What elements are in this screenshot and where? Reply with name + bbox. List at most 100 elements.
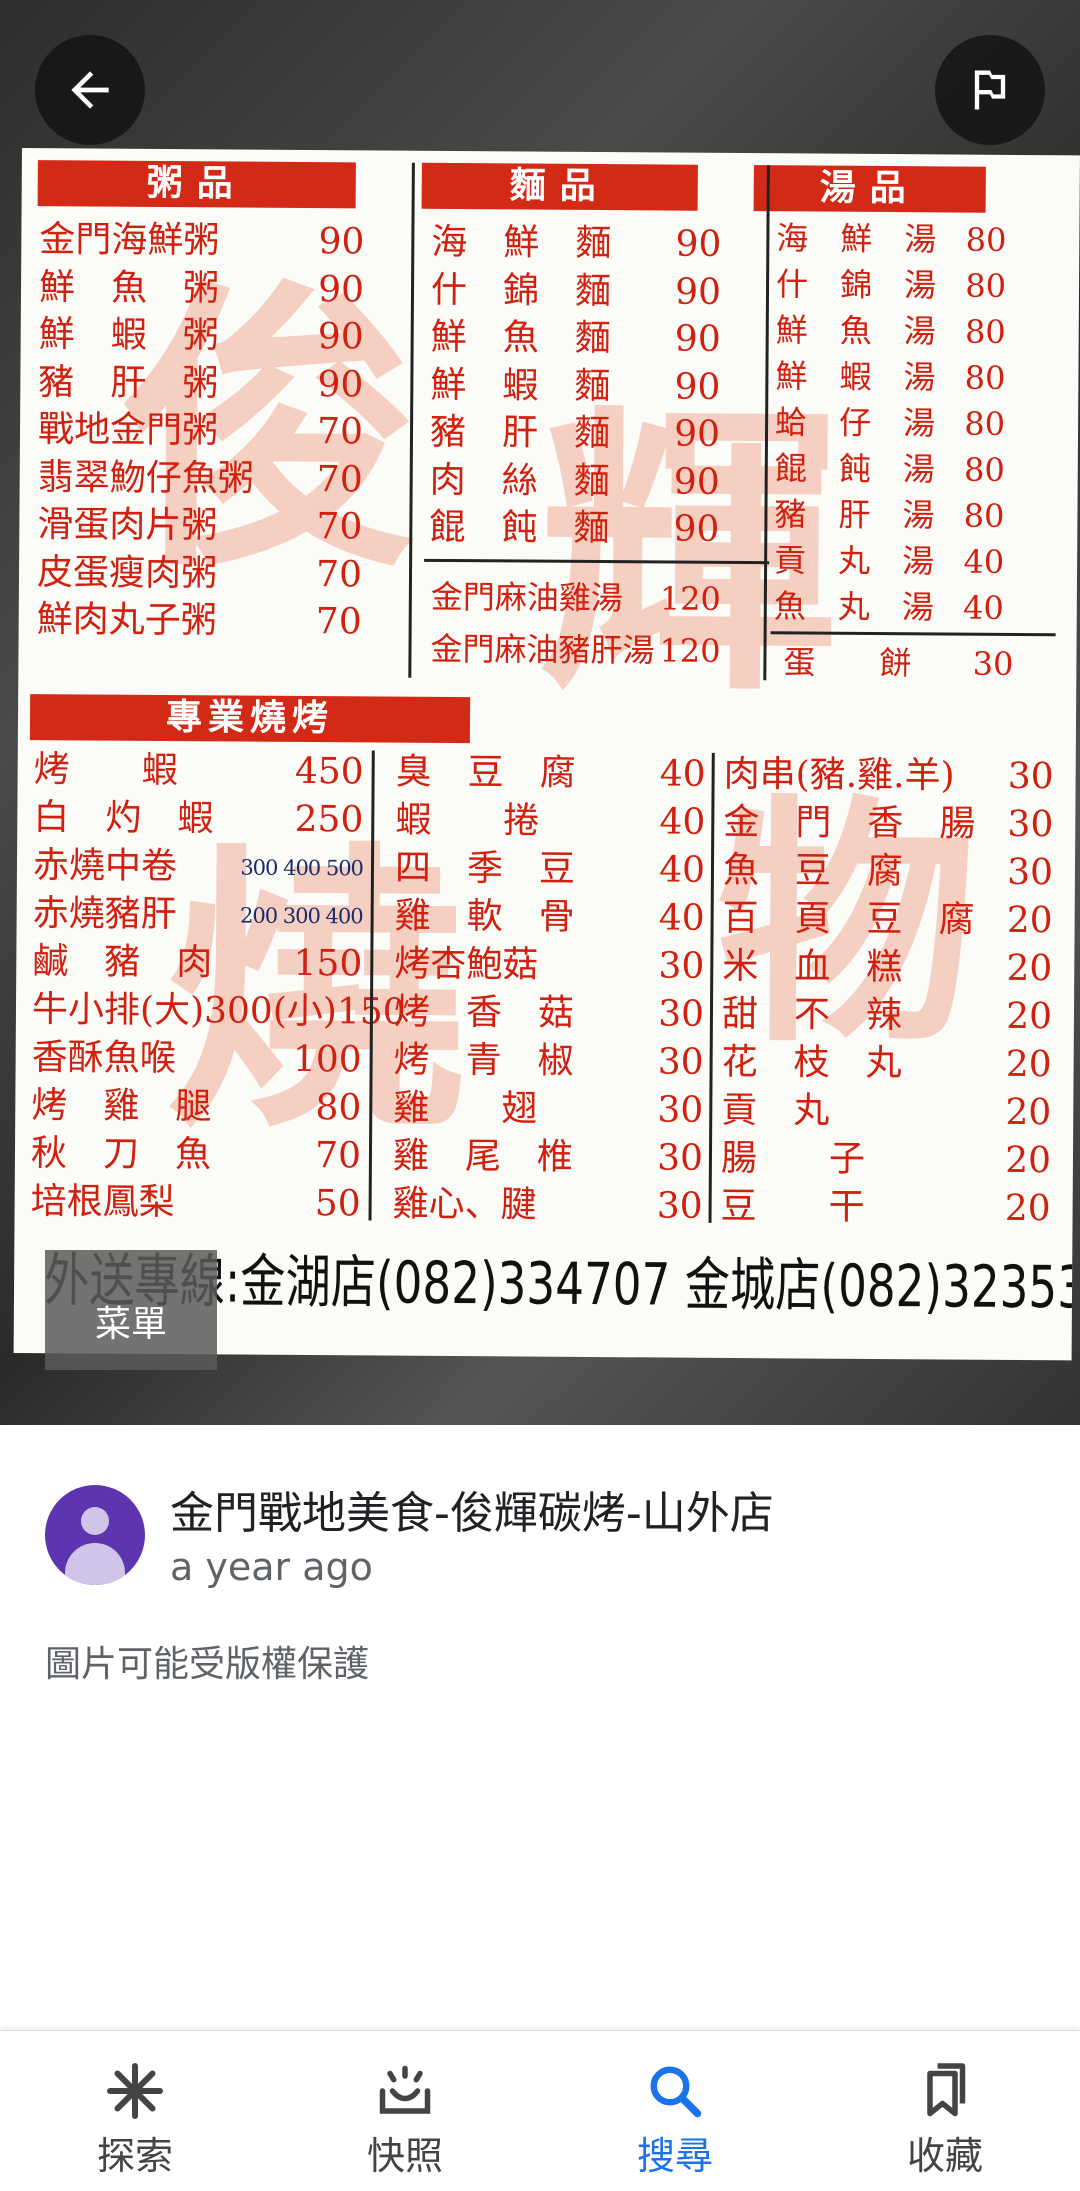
item-name: 赤燒豬肝 [32,893,177,936]
item-name: 培根鳳梨 [30,1181,175,1224]
back-button[interactable] [35,35,145,145]
item-price: 30 [1007,851,1054,894]
nav-label: 收藏 [906,2134,983,2178]
item-price: 30 [1007,755,1054,798]
menu-item: 鮮 魚 湯 80 [776,307,1006,355]
item-price: 70 [316,458,363,500]
item-price: 90 [675,271,722,313]
menu-item: 米 血 糕 20 [722,943,1052,993]
item-name: 秋 刀 魚 [30,1133,212,1176]
nav-search[interactable]: 搜尋 [540,2031,810,2191]
menu-item: 雞 翅 30 [393,1085,703,1135]
item-price: 30 [1007,803,1054,846]
item-price: 40 [963,542,1005,581]
item-name: 豬 肝 粥 [38,361,219,404]
item-price: 90 [674,366,721,408]
nav-label: 探索 [96,2134,173,2178]
item-price: 20 [1006,995,1053,1038]
item-price: 20 [1004,1187,1051,1230]
item-price: 20 [1005,1043,1052,1086]
avatar[interactable] [45,1485,145,1585]
nav-collections[interactable]: 收藏 [810,2031,1080,2191]
item-price: 30 [658,945,705,987]
menu-item: 蛤 仔 湯 80 [775,399,1005,447]
menu-item: 金 門 香 腸 30 [723,799,1053,849]
item-price: 80 [965,266,1007,305]
item-price: 90 [317,363,364,405]
menu-item: 烤 蝦 450 [33,746,364,796]
item-price: 80 [964,312,1006,351]
item-name: 雞 尾 椎 [392,1135,574,1178]
item-price: 40 [962,588,1004,627]
menu-item: 臭 豆 腐 40 [395,749,706,799]
menu-item: 烤 雞 腿 80 [31,1082,361,1132]
menu-item: 滑蛋肉片粥 70 [37,501,362,551]
menu-item: 鮮肉丸子粥 70 [37,596,362,646]
noodles-section: 麵品 [421,162,698,211]
menu-item: 烤 香 菇 30 [394,989,704,1039]
menu-item: 豬 肝 麵 90 [430,409,720,459]
item-name: 鮮 魚 麵 [430,316,611,360]
avatar-body [65,1543,125,1585]
item-price: 90 [674,318,721,360]
bbq-column-2: 臭 豆 腐 40 蝦 捲 40 四 季 豆 40 雞 軟 骨 40 烤杏鮑菇 30 烤 香 菇 30 烤… [392,749,705,1231]
menu-item: 肉 絲 麵 90 [430,456,720,506]
congee-list: 金門海鮮粥 90 鮮 魚 粥 90 鮮 蝦 粥 90 豬 肝 粥 90 戰地金門粥 70 翡翠魩仔魚… [37,216,365,646]
item-name: 雞心、腱 [392,1183,537,1226]
item-name: 鮮 蝦 粥 [38,314,219,357]
item-name: 皮蛋瘦肉粥 [36,551,218,594]
congee-section: 粥品 [37,160,358,209]
item-name: 鮮肉丸子粥 [36,599,217,642]
menu-item: 鮮 蝦 湯 80 [775,353,1005,401]
item-name: 臭 豆 腐 [395,751,576,794]
menu-item: 鮮 魚 麵 90 [431,314,721,364]
item-price: 40 [659,849,706,891]
item-price: 70 [316,553,363,595]
photo-category-label: 菜單 [45,1250,217,1370]
item-price: 70 [315,601,362,643]
soup-extra: 蛋 餅 30 [783,639,1013,688]
menu-item: 戰地金門粥 70 [38,406,363,456]
report-button[interactable] [935,35,1045,145]
menu-item: 皮蛋瘦肉粥 70 [37,549,362,599]
item-name: 鮮 魚 湯 [775,311,936,351]
nav-explore[interactable]: 探索 [0,2031,270,2191]
menu-photo[interactable]: 俊 輝 燒 物 粥品 金門海鮮粥 90 鮮 魚 粥 90 鮮 蝦 粥 90 豬 肝 粥 90 戰… [0,0,1080,1425]
soup-header: 湯品 [753,165,986,213]
item-price: 80 [964,404,1006,443]
menu-item: 豬 肝 粥 90 [38,359,363,409]
menu-item: 蝦 捲 40 [395,797,705,847]
item-price: 40 [658,897,705,939]
item-name: 烤杏鮑菇 [394,943,539,986]
author-name[interactable]: 金門戰地美食-俊輝碳烤-山外店 [170,1477,774,1541]
explore-icon [107,2063,163,2119]
item-name: 蛋 餅 [783,643,912,683]
menu-item: 秋 刀 魚 70 [31,1130,361,1180]
menu-item: 金門麻油豬肝湯 120 [430,623,720,677]
bbq-column-1: 烤 蝦 450 白 灼 蝦 250 赤燒中卷 300 400 500 赤燒豬肝 200 300… [30,746,406,1228]
menu-item: 魚 豆 腐 30 [723,847,1053,897]
nav-snapshot[interactable]: 快照 [270,2031,540,2191]
item-name: 金門海鮮粥 [39,219,220,262]
item-name: 白 灼 蝦 [33,797,214,840]
item-name: 烤 雞 腿 [31,1085,212,1128]
item-price: 40 [659,753,706,795]
item-name: 戰地金門粥 [37,409,219,452]
item-price: 80 [963,496,1005,535]
menu-item: 貢 丸 20 [721,1087,1051,1137]
item-price: 30 [657,1089,704,1131]
nav-label: 快照 [366,2134,443,2178]
flag-icon [974,70,1006,110]
item-name: 魚 丸 湯 [773,587,934,627]
menu-item: 魚 丸 湯 40 [774,583,1004,631]
menu-item: 烤 青 椒 30 [393,1037,703,1087]
item-name: 雞 翅 [393,1087,538,1130]
item-price: 120 [659,579,722,618]
item-price: 80 [964,358,1006,397]
item-price: 80 [965,220,1007,259]
item-price: 90 [318,221,365,263]
menu-item: 花 枝 丸 20 [721,1039,1051,1089]
item-name: 肉串(豬.雞.羊) [723,753,955,797]
item-name: 烤 蝦 [33,749,178,792]
item-price: 90 [674,413,721,455]
